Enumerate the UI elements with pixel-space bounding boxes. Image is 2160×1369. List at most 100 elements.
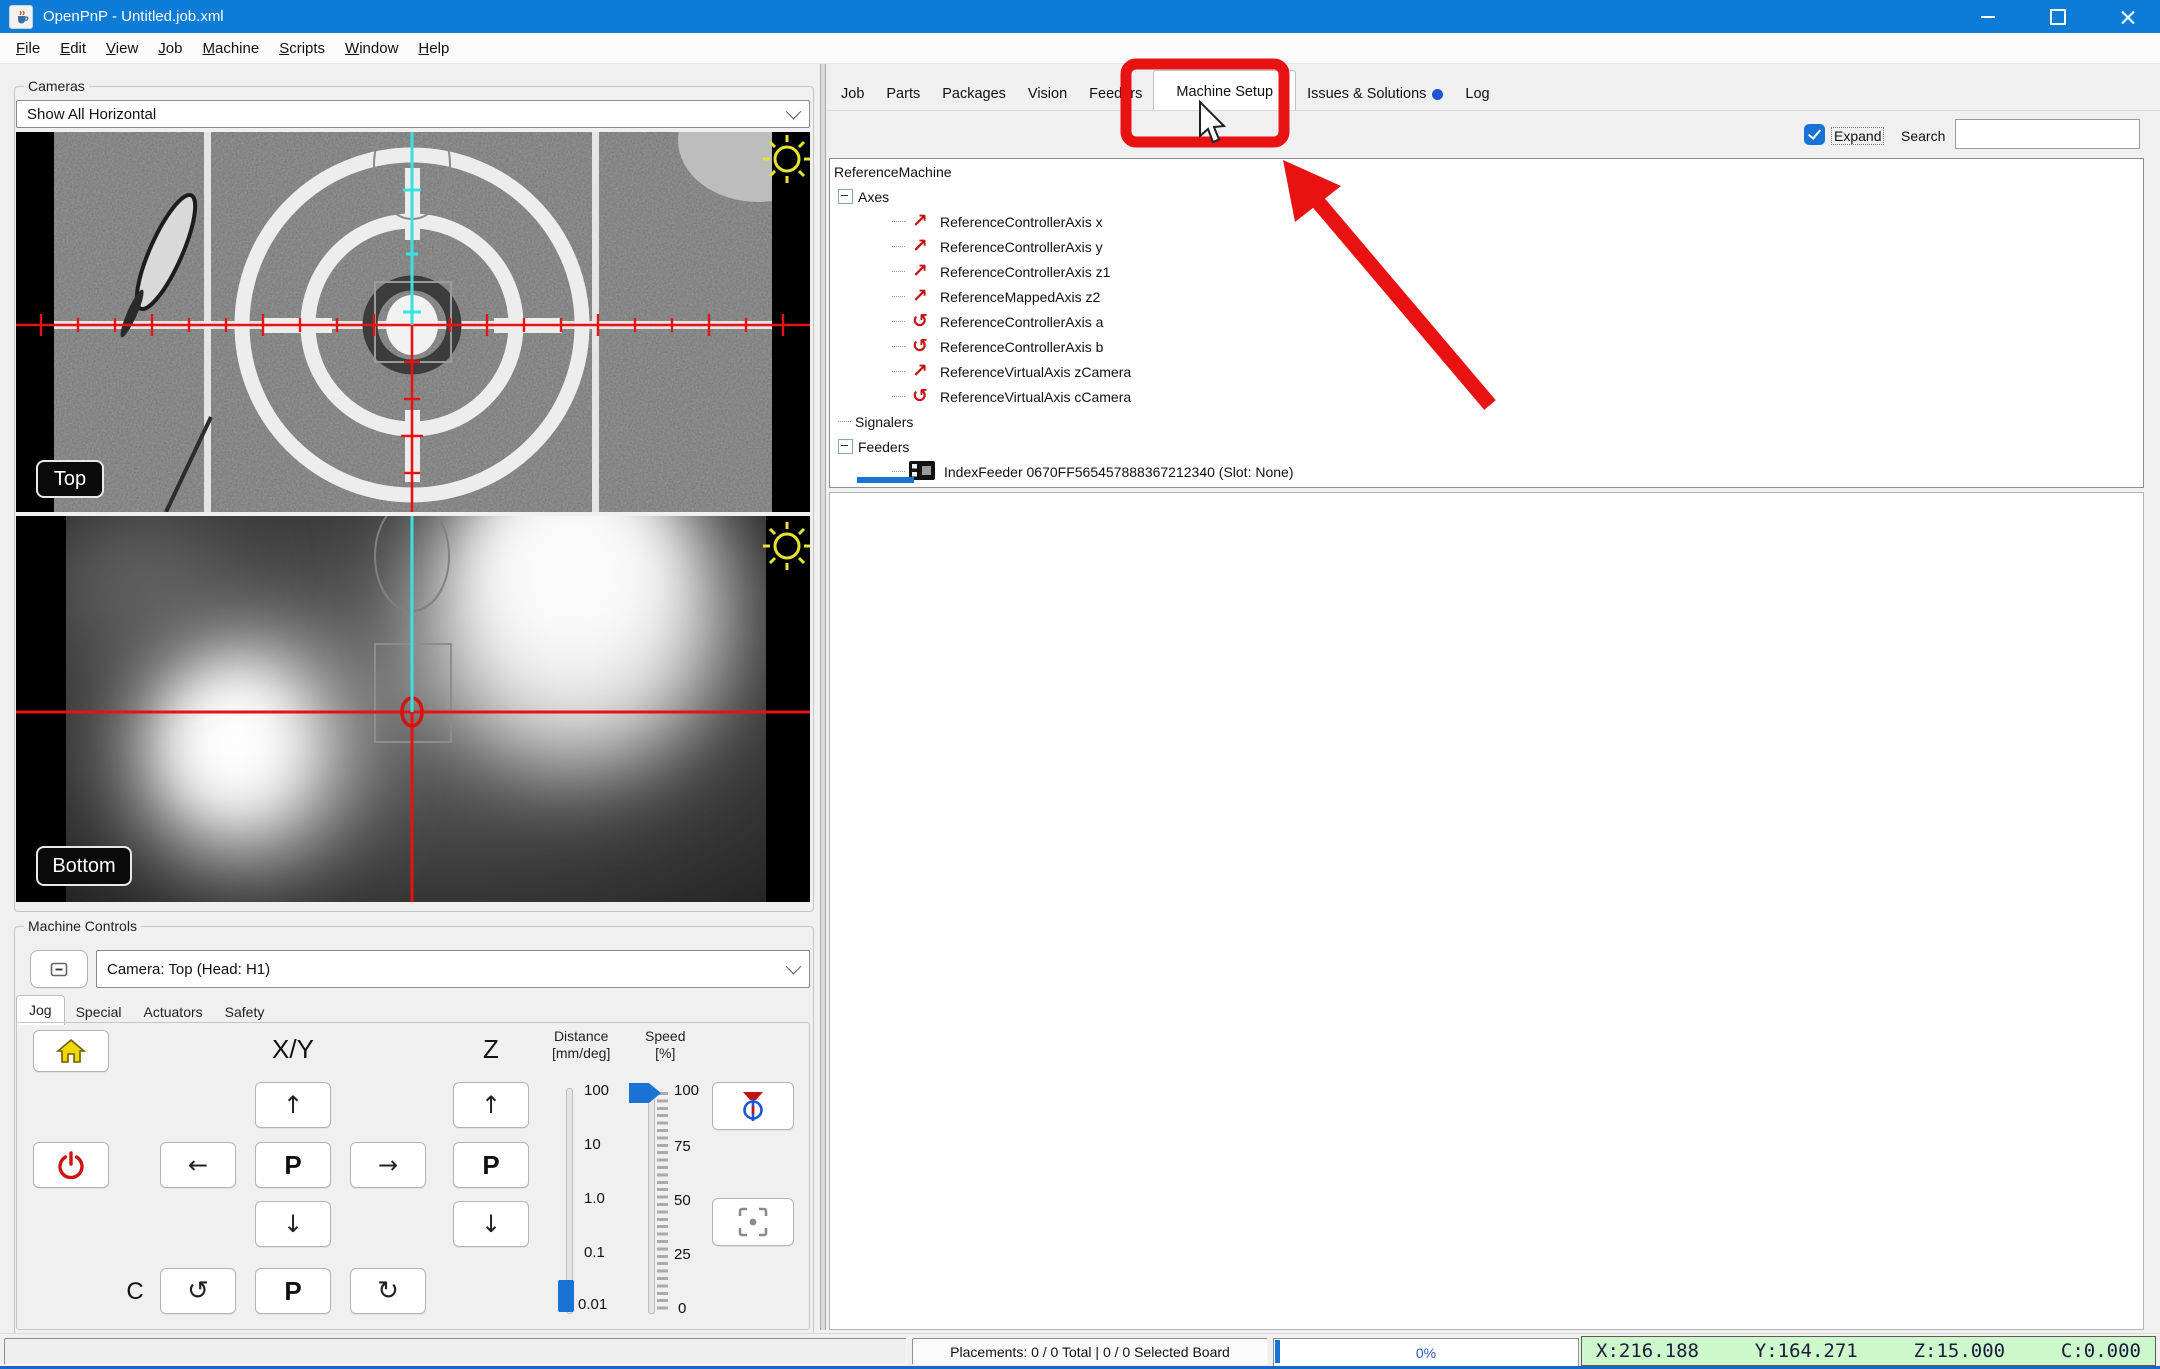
top-camera-view[interactable]: Top [16,132,810,512]
tree-item-axis-y[interactable]: ↗ ReferenceControllerAxis y [830,234,2143,259]
distance-tick-100: 100 [584,1082,609,1099]
tab-actuators[interactable]: Actuators [133,1000,214,1024]
linear-axis-icon: ↗ [909,362,931,381]
close-button[interactable] [2096,0,2160,33]
tree-item-axes[interactable]: Axes [830,184,2143,209]
app-icon [9,5,33,29]
dro-y: Y:164.271 [1755,1340,1858,1362]
menu-job[interactable]: Job [148,36,192,61]
position-camera-z-button[interactable]: P [453,1142,529,1188]
jog-c-ccw-button[interactable]: ↺ [160,1268,236,1314]
maximize-icon [2050,9,2066,25]
speed-tick-75: 75 [674,1138,691,1155]
progress-percent: 0% [1416,1345,1436,1361]
search-label: Search [1901,128,1945,144]
tab-machine-setup[interactable]: Machine Setup [1153,70,1296,110]
brightness-sun-icon[interactable] [763,522,810,570]
c-axis-label: C [118,1278,152,1306]
tab-special[interactable]: Special [65,1000,133,1024]
openpnp-window: { "window": { "title": "OpenPnP - Untitl… [0,0,2160,1369]
bottom-camera-image [16,516,810,902]
menu-edit[interactable]: Edit [50,36,96,61]
power-icon [57,1151,85,1179]
jog-x-minus-button[interactable]: ← [160,1142,236,1188]
tree-item-axis-x[interactable]: ↗ ReferenceControllerAxis x [830,209,2143,234]
jog-c-cw-button[interactable]: ↻ [350,1268,426,1314]
position-camera-xy-button[interactable]: P [255,1142,331,1188]
camera-view-select[interactable]: Show All Horizontal [16,100,810,128]
xy-axis-label: X/Y [255,1034,331,1065]
camera-locate-icon [738,1207,768,1237]
menu-scripts[interactable]: Scripts [269,36,335,61]
speed-tick-0: 0 [678,1300,686,1317]
speed-slider-ticks [657,1092,668,1312]
camera-locate-button[interactable] [712,1198,794,1246]
jog-y-minus-button[interactable]: ↓ [255,1201,331,1247]
distance-tick-1: 1.0 [584,1190,605,1207]
tab-packages[interactable]: Packages [931,79,1017,110]
speed-slider-label: Speed [%] [645,1028,685,1062]
tab-parts[interactable]: Parts [875,79,931,110]
menu-file[interactable]: File [6,36,50,61]
head-collapse-button[interactable] [30,950,88,988]
menu-machine[interactable]: Machine [192,36,269,61]
tree-item-axis-z2[interactable]: ↗ ReferenceMappedAxis z2 [830,284,2143,309]
distance-tick-10: 10 [584,1136,601,1153]
jog-y-plus-button[interactable]: ↑ [255,1082,331,1128]
park-nozzle-button[interactable] [712,1082,794,1130]
maximize-button[interactable] [2026,0,2090,33]
dro-coordinates: X:216.188 Y:164.271 Z:15.000 C:0.000 [1581,1336,2156,1366]
menu-help[interactable]: Help [408,36,459,61]
minimize-button[interactable] [1956,0,2020,33]
tree-item-signalers[interactable]: Signalers [830,409,2143,434]
linear-axis-icon: ↗ [909,287,931,306]
main-tab-bar: Job Parts Packages Vision Feeders Machin… [830,70,1501,110]
collapse-box-icon[interactable] [838,439,853,454]
progress-fill [1275,1340,1280,1363]
speed-slider-track[interactable] [648,1088,655,1314]
panel-splitter[interactable] [820,64,826,1330]
tree-item-axis-zcamera[interactable]: ↗ ReferenceVirtualAxis zCamera [830,359,2143,384]
top-camera-label: Top [36,460,104,498]
expand-checkbox[interactable] [1804,124,1825,145]
home-icon [56,1038,86,1064]
power-button[interactable] [33,1142,109,1188]
tab-job[interactable]: Job [830,79,875,110]
chevron-down-icon [786,103,802,119]
job-progress-bar: 0% [1273,1338,1579,1367]
dro-x: X:216.188 [1596,1340,1699,1362]
menu-view[interactable]: View [96,36,148,61]
tree-item-root[interactable]: ReferenceMachine [830,159,2143,184]
close-icon [2121,10,2135,24]
tab-feeders[interactable]: Feeders [1078,79,1153,110]
tab-issues-solutions[interactable]: Issues & Solutions [1296,79,1454,110]
menu-window[interactable]: Window [335,36,408,61]
head-camera-select-value: Camera: Top (Head: H1) [107,961,270,978]
window-title: OpenPnP - Untitled.job.xml [43,8,224,25]
tab-log[interactable]: Log [1454,79,1500,110]
placements-status: Placements: 0 / 0 Total | 0 / 0 Selected… [912,1338,1268,1365]
home-button[interactable] [33,1030,109,1072]
tab-jog[interactable]: Jog [16,995,65,1025]
tree-item-axis-ccamera[interactable]: ↺ ReferenceVirtualAxis cCamera [830,384,2143,409]
head-camera-select[interactable]: Camera: Top (Head: H1) [96,950,810,988]
tree-item-axis-a[interactable]: ↺ ReferenceControllerAxis a [830,309,2143,334]
jog-x-plus-button[interactable]: → [350,1142,426,1188]
minimize-icon [1981,16,1995,18]
tab-vision[interactable]: Vision [1017,79,1078,110]
tree-item-axis-z1[interactable]: ↗ ReferenceControllerAxis z1 [830,259,2143,284]
search-input[interactable] [1955,119,2140,149]
distance-tick-001: 0.01 [578,1296,607,1313]
tab-bar-underline [826,110,2160,111]
tree-item-axis-b[interactable]: ↺ ReferenceControllerAxis b [830,334,2143,359]
position-camera-c-button[interactable]: P [255,1268,331,1314]
tab-safety[interactable]: Safety [214,1000,276,1024]
collapse-icon [50,962,68,977]
tree-item-indexfeeder[interactable]: IndexFeeder 0670FF565457888367212340 (Sl… [830,459,2143,484]
distance-slider-handle[interactable] [558,1280,574,1312]
bottom-camera-view[interactable]: Bottom [16,516,810,902]
collapse-box-icon[interactable] [838,189,853,204]
tree-item-feeders[interactable]: Feeders [830,434,2143,459]
jog-z-minus-button[interactable]: ↓ [453,1201,529,1247]
jog-z-plus-button[interactable]: ↑ [453,1082,529,1128]
